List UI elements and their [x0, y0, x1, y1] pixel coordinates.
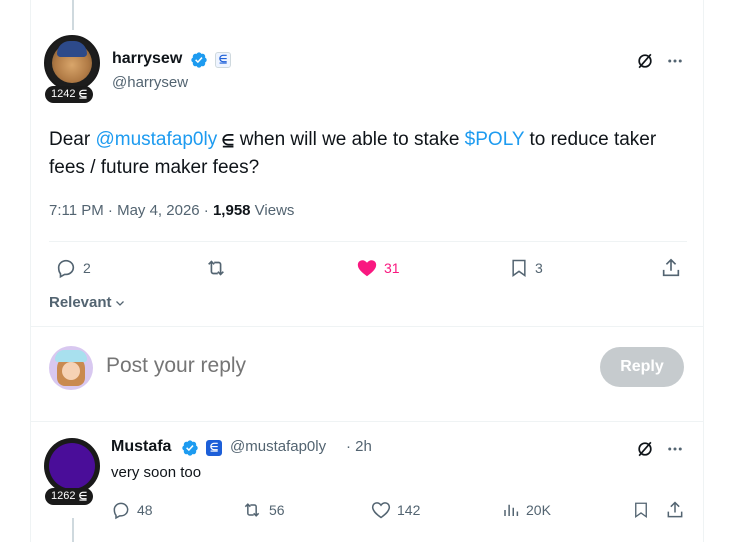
- verified-badge-icon: [191, 52, 207, 68]
- reply-icon: [113, 502, 129, 520]
- divider: [31, 421, 704, 422]
- repost-icon: [208, 260, 224, 276]
- score-badge: 1242 ⋸: [45, 86, 94, 103]
- reply-action[interactable]: 48: [111, 500, 153, 520]
- polymarket-icon: ⋸: [217, 132, 235, 149]
- tweet-meta: 7:11 PM · May 4, 2026 · 1,958 Views: [49, 202, 294, 219]
- views-label: Views: [250, 202, 295, 219]
- timestamp[interactable]: 7:11 PM · May 4, 2026 ·: [49, 202, 213, 219]
- divider: [31, 326, 704, 327]
- sort-dropdown[interactable]: Relevant: [49, 294, 126, 311]
- affiliate-badge-icon[interactable]: ⋸: [206, 440, 222, 456]
- tweet-text: very soon too: [111, 464, 202, 481]
- verified-badge-icon: [182, 440, 198, 456]
- bookmark-icon[interactable]: [632, 500, 650, 520]
- score-badge: 1262 ⋸: [45, 488, 94, 505]
- avatar[interactable]: [44, 438, 100, 494]
- analytics-icon: [504, 504, 519, 516]
- reply-input[interactable]: [106, 354, 566, 378]
- mention-link[interactable]: @mustafap0ly: [95, 129, 217, 150]
- more-options-icon[interactable]: [666, 52, 684, 70]
- current-user-avatar[interactable]: [49, 346, 93, 390]
- heart-icon: [371, 502, 391, 519]
- thread-line: [72, 0, 74, 30]
- polymarket-icon: ⋸: [78, 491, 88, 502]
- repost-action[interactable]: 56: [241, 500, 285, 520]
- avatar[interactable]: [44, 35, 100, 91]
- grok-icon[interactable]: [635, 439, 655, 459]
- tweet-text: Dear @mustafap0ly ⋸ when will we able to…: [49, 129, 657, 178]
- heart-filled-icon: [357, 260, 377, 277]
- like-action[interactable]: 31: [356, 257, 400, 279]
- polymarket-icon: ⋸: [78, 89, 88, 100]
- author-name[interactable]: harrysew: [112, 50, 182, 68]
- affiliate-badge-icon[interactable]: ⋸: [215, 52, 231, 68]
- share-icon[interactable]: [665, 500, 685, 520]
- author-handle[interactable]: @mustafap0ly: [230, 438, 326, 455]
- reply-button[interactable]: Reply: [600, 347, 684, 387]
- bookmark-action[interactable]: 3: [509, 257, 543, 279]
- bookmark-icon: [512, 259, 526, 277]
- divider: [49, 241, 687, 242]
- author-name[interactable]: Mustafa: [111, 438, 171, 456]
- like-action[interactable]: 142: [371, 500, 420, 520]
- grok-icon[interactable]: [635, 51, 655, 71]
- reply-age[interactable]: · 2h: [346, 438, 372, 455]
- share-icon[interactable]: [660, 257, 682, 279]
- reply-icon: [57, 259, 75, 279]
- views-action[interactable]: 20K: [502, 500, 551, 520]
- repost-action[interactable]: [204, 257, 234, 279]
- repost-icon: [244, 503, 260, 517]
- reply-action[interactable]: 2: [55, 257, 91, 279]
- chevron-down-icon: [115, 300, 124, 306]
- thread-line: [72, 518, 74, 542]
- more-options-icon[interactable]: [666, 440, 684, 458]
- cashtag-link[interactable]: $POLY: [465, 129, 525, 150]
- views-count: 1,958: [212, 202, 251, 219]
- author-handle[interactable]: @harrysew: [112, 74, 188, 91]
